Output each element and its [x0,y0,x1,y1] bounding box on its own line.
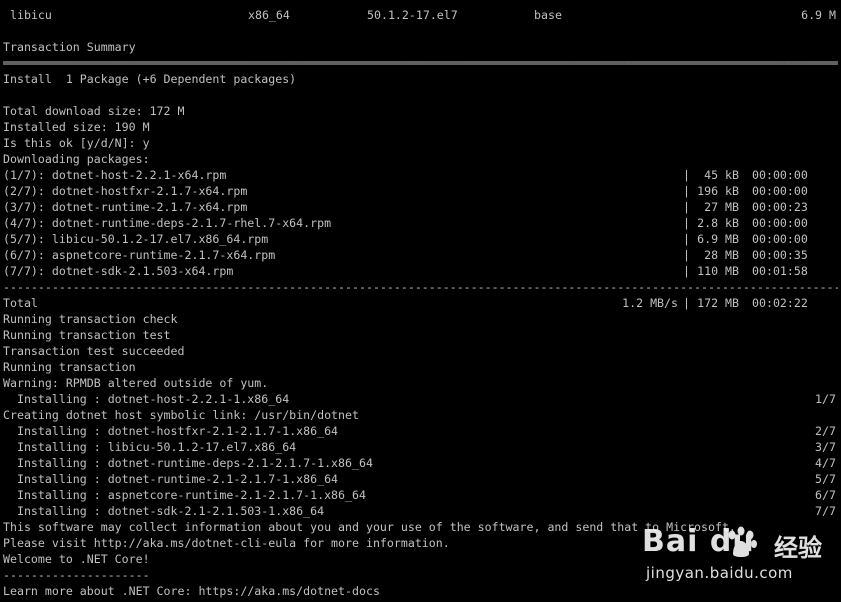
separator: | [683,200,690,214]
separator: | [683,296,690,310]
download-size: 110 MB [697,264,739,278]
download-size: 196 kB [697,184,739,198]
install-row: Installing : dotnet-host-2.2.1-1.x86_64 … [3,391,838,407]
download-time: 00:00:35 [752,248,808,262]
package-version: 50.1.2-17.el7 [367,8,458,22]
download-row: (6/7): aspnetcore-runtime-2.1.7-x64.rpm … [3,247,838,263]
install-row: Installing : dotnet-hostfxr-2.1-2.1.7-1.… [3,423,838,439]
download-row: (7/7): dotnet-sdk-2.1.503-x64.rpm | 110 … [3,263,838,279]
package-size: 6.9 M [801,8,836,22]
install-row: Installing : libicu-50.1.2-17.el7.x86_64… [3,439,838,455]
download-file: (6/7): aspnetcore-runtime-2.1.7-x64.rpm [3,248,276,262]
download-time: 00:00:00 [752,232,808,246]
install-text: Installing : aspnetcore-runtime-2.1-2.1.… [3,488,366,502]
install-text: Installing : dotnet-hostfxr-2.1-2.1.7-1.… [3,424,339,438]
install-row: Installing : dotnet-runtime-2.1-2.1.7-1.… [3,471,838,487]
separator: | [683,216,690,230]
separator: | [683,264,690,278]
install-count: 2/7 [815,424,836,438]
output-line: Running transaction check [3,312,178,326]
download-time: 00:00:00 [752,168,808,182]
download-file: (4/7): dotnet-runtime-deps-2.1.7-rhel.7-… [3,216,332,230]
symlink-line: Creating dotnet host symbolic link: /usr… [3,408,359,422]
output-line: Running transaction test [3,328,171,342]
baidu-watermark: Bai du 经验 jingyan.baidu.com [636,520,841,584]
package-repo: base [534,8,562,22]
install-line: Install 1 Package (+6 Dependent packages… [3,72,297,86]
install-text: Installing : libicu-50.1.2-17.el7.x86_64 [3,440,297,454]
total-row: Total 1.2 MB/s | 172 MB 00:02:22 [3,295,838,311]
installed-size-line: Installed size: 190 M [3,120,150,134]
download-size: 45 kB [704,168,739,182]
download-time: 00:00:23 [752,200,808,214]
total-download-line: Total download size: 172 M [3,104,185,118]
install-text: Installing : dotnet-sdk-2.1-2.1.503-1.x8… [3,504,325,518]
paw-icon [728,526,757,557]
total-size: 172 MB [697,296,739,310]
total-time: 00:02:22 [752,296,808,310]
learn-more-line: Learn more about .NET Core: https://aka.… [3,584,380,598]
separator: | [683,184,690,198]
double-rule: ════════════════════════════════════════… [3,56,838,70]
install-count: 3/7 [815,440,836,454]
warning-line: Warning: RPMDB altered outside of yum. [3,376,269,390]
separator: | [683,232,690,246]
confirm-prompt: Is this ok [y/d/N]: y [3,136,150,150]
total-label: Total [3,296,38,310]
watermark-product: 经验 [774,534,822,562]
package-name: libicu [10,8,52,22]
download-time: 00:00:00 [752,184,808,198]
download-row: (1/7): dotnet-host-2.2.1-x64.rpm | 45 kB… [3,167,838,183]
total-rate: 1.2 MB/s [622,296,678,310]
downloading-line: Downloading packages: [3,152,150,166]
install-row: Installing : dotnet-runtime-deps-2.1-2.1… [3,455,838,471]
download-size: 6.9 MB [697,232,739,246]
package-row: libicu x86_64 50.1.2-17.el7 base 6.9 M [3,7,838,23]
transaction-summary-heading: Transaction Summary [3,40,136,54]
separator: | [683,168,690,182]
download-file: (2/7): dotnet-hostfxr-2.1.7-x64.rpm [3,184,248,198]
output-line: Running transaction [3,360,136,374]
install-row: Installing : dotnet-sdk-2.1-2.1.503-1.x8… [3,503,838,519]
download-time: 00:01:58 [752,264,808,278]
download-row: (5/7): libicu-50.1.2-17.el7.x86_64.rpm |… [3,231,838,247]
download-size: 28 MB [704,248,739,262]
install-count: 4/7 [815,456,836,470]
install-count: 6/7 [815,488,836,502]
download-file: (3/7): dotnet-runtime-2.1.7-x64.rpm [3,200,248,214]
install-text: Installing : dotnet-runtime-2.1-2.1.7-1.… [3,472,339,486]
download-file: (5/7): libicu-50.1.2-17.el7.x86_64.rpm [3,232,269,246]
download-row: (3/7): dotnet-runtime-2.1.7-x64.rpm | 27… [3,199,838,215]
download-row: (2/7): dotnet-hostfxr-2.1.7-x64.rpm | 19… [3,183,838,199]
download-size: 2.8 kB [697,216,739,230]
install-text: Installing : dotnet-host-2.2.1-1.x86_64 [3,392,290,406]
package-arch: x86_64 [248,8,290,22]
output-line: Transaction test succeeded [3,344,185,358]
download-file: (7/7): dotnet-sdk-2.1.503-x64.rpm [3,264,234,278]
download-size: 27 MB [704,200,739,214]
install-count: 1/7 [815,392,836,406]
dashed-rule: ----------------------------------------… [3,280,838,294]
install-text: Installing : dotnet-runtime-deps-2.1-2.1… [3,456,373,470]
download-time: 00:00:00 [752,216,808,230]
install-count: 7/7 [815,504,836,518]
terminal-window[interactable]: libicu x86_64 50.1.2-17.el7 base 6.9 M T… [0,0,841,602]
download-file: (1/7): dotnet-host-2.2.1-x64.rpm [3,168,227,182]
watermark-url: jingyan.baidu.com [646,564,793,582]
install-count: 5/7 [815,472,836,486]
download-row: (4/7): dotnet-runtime-deps-2.1.7-rhel.7-… [3,215,838,231]
separator: | [683,248,690,262]
install-row: Installing : aspnetcore-runtime-2.1-2.1.… [3,487,838,503]
